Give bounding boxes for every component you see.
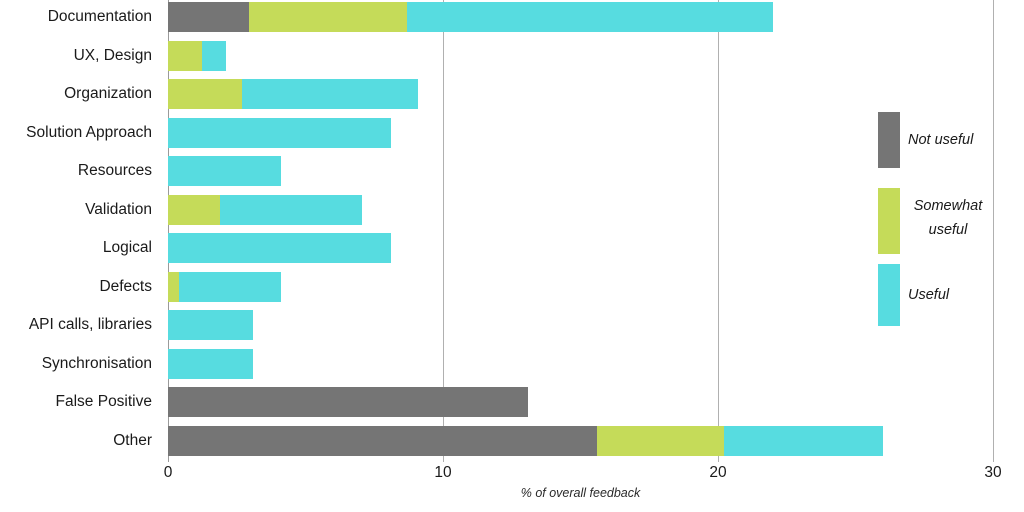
bar-segment[interactable] bbox=[407, 2, 773, 32]
y-axis-category-labels: Documentation UX, Design Organization Solut… bbox=[0, 0, 160, 462]
legend-label: Useful bbox=[908, 287, 950, 303]
bar-segment[interactable] bbox=[168, 117, 391, 148]
bar-segment[interactable] bbox=[168, 40, 203, 71]
y-axis-label: Organization bbox=[64, 85, 152, 102]
bar-stack bbox=[168, 194, 993, 225]
y-axis-label: UX, Design bbox=[73, 46, 152, 64]
x-axis-tick-label: 30 bbox=[984, 464, 1002, 481]
legend-item[interactable]: Not useful bbox=[878, 112, 1024, 168]
y-axis-label: Synchronisation bbox=[41, 354, 152, 372]
bar-segment[interactable] bbox=[168, 348, 254, 379]
bar-segment[interactable] bbox=[168, 233, 391, 263]
bar-segment[interactable] bbox=[168, 271, 179, 302]
bar-row[interactable] bbox=[168, 425, 993, 456]
x-axis-title-text: % of overall feedback bbox=[520, 486, 641, 500]
bar-segment[interactable] bbox=[202, 40, 226, 71]
legend-label: Not useful bbox=[908, 132, 974, 148]
y-axis-label: Solution Approach bbox=[26, 123, 152, 141]
bar-stack bbox=[168, 117, 993, 148]
bar-segment[interactable] bbox=[168, 194, 221, 225]
bar-segment[interactable] bbox=[168, 79, 243, 109]
bar-rows bbox=[168, 0, 993, 462]
bar-segment[interactable] bbox=[179, 271, 281, 302]
y-axis-label: Documentation bbox=[47, 8, 152, 25]
bar-row[interactable] bbox=[168, 156, 993, 186]
bar-segment[interactable] bbox=[168, 310, 254, 340]
y-axis-label: Logical bbox=[102, 239, 152, 256]
bar-row[interactable] bbox=[168, 79, 993, 109]
bar-row[interactable] bbox=[168, 387, 993, 417]
bar-segment[interactable] bbox=[242, 79, 419, 109]
bar-row[interactable] bbox=[168, 194, 993, 225]
bar-chart: Documentation UX, Design Organization Solut… bbox=[0, 0, 1024, 512]
bar-stack bbox=[168, 387, 993, 417]
y-axis-label: Resources bbox=[77, 162, 152, 179]
bar-row[interactable] bbox=[168, 40, 993, 71]
plot-area bbox=[168, 0, 994, 462]
bar-row[interactable] bbox=[168, 348, 993, 379]
legend-item[interactable]: Somewhat useful bbox=[878, 188, 1024, 254]
x-axis-tick-label: 10 bbox=[434, 464, 452, 481]
bar-segment[interactable] bbox=[168, 387, 529, 417]
bar-segment[interactable] bbox=[220, 194, 362, 225]
legend-swatch bbox=[878, 264, 900, 326]
bar-stack bbox=[168, 348, 993, 379]
x-axis-title: % of overall feedback bbox=[168, 486, 993, 500]
y-axis-label: Defects bbox=[99, 277, 152, 295]
bar-row[interactable] bbox=[168, 117, 993, 148]
x-axis-tick-label: 20 bbox=[709, 464, 727, 481]
y-axis-label: API calls, libraries bbox=[28, 316, 152, 333]
bar-stack bbox=[168, 271, 993, 302]
bar-stack bbox=[168, 156, 993, 186]
legend-label: Somewhat useful bbox=[913, 198, 983, 238]
bar-stack bbox=[168, 425, 993, 456]
bar-row[interactable] bbox=[168, 233, 993, 263]
bar-segment[interactable] bbox=[168, 156, 281, 186]
y-axis-label: Other bbox=[113, 431, 152, 449]
x-axis-tick-label: 0 bbox=[163, 464, 173, 481]
bar-row[interactable] bbox=[168, 310, 993, 340]
bar-segment[interactable] bbox=[249, 2, 408, 32]
bar-stack bbox=[168, 233, 993, 263]
bar-segment[interactable] bbox=[168, 425, 597, 456]
bar-segment[interactable] bbox=[168, 2, 250, 32]
bar-segment[interactable] bbox=[597, 425, 724, 456]
bar-stack bbox=[168, 79, 993, 109]
y-axis-label: False Positive bbox=[55, 393, 152, 410]
legend-swatch bbox=[878, 188, 900, 254]
bar-segment[interactable] bbox=[723, 425, 883, 456]
y-axis-label: Validation bbox=[85, 200, 152, 218]
bar-stack bbox=[168, 40, 993, 71]
legend-item[interactable]: Useful bbox=[878, 264, 1024, 326]
bar-row[interactable] bbox=[168, 2, 993, 32]
bar-stack bbox=[168, 310, 993, 340]
legend-swatch bbox=[878, 112, 900, 168]
bar-row[interactable] bbox=[168, 271, 993, 302]
bar-stack bbox=[168, 2, 993, 32]
